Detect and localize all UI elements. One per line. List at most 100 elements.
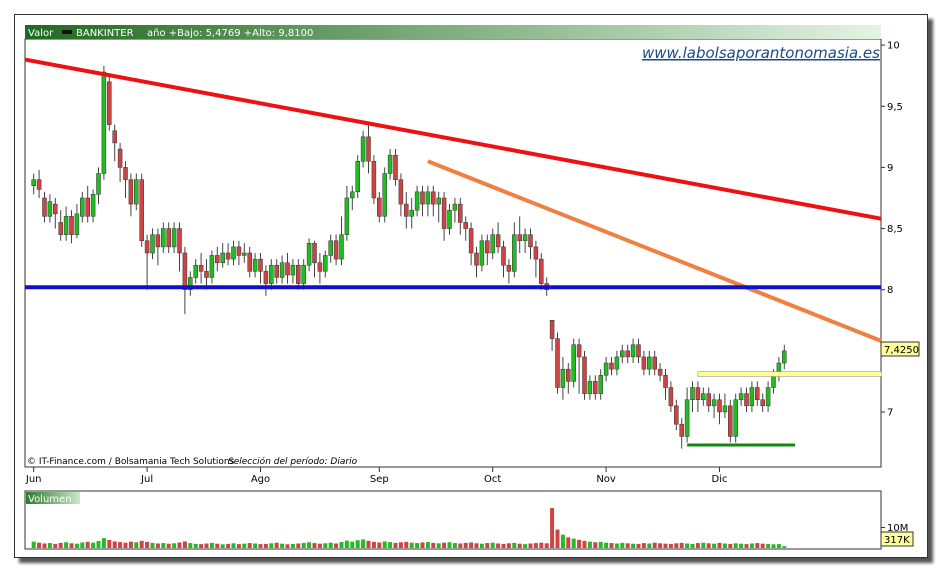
volume-bar xyxy=(647,543,652,548)
volume-bar xyxy=(274,542,279,548)
volume-bar xyxy=(458,543,463,548)
volume-bar xyxy=(431,542,436,548)
volume-bar xyxy=(701,542,706,548)
candle-body xyxy=(155,234,161,248)
volume-bar xyxy=(766,543,771,548)
candle-body xyxy=(571,344,576,382)
candle-body xyxy=(290,264,296,276)
price-axis: 77,588,599,510 xyxy=(881,41,903,418)
volume-bar xyxy=(474,543,479,548)
volume-bar xyxy=(517,543,522,548)
volume-bar xyxy=(485,543,490,548)
month-label: Jun xyxy=(25,474,42,485)
volume-bar xyxy=(528,543,533,548)
candle-body xyxy=(690,387,695,400)
volume-bar xyxy=(442,542,447,548)
candle-body xyxy=(301,264,306,284)
volume-bar xyxy=(328,542,333,548)
candle-body xyxy=(242,252,247,256)
volume-bar xyxy=(37,542,42,548)
volume-bar xyxy=(382,541,387,548)
candle-body xyxy=(90,194,96,217)
candle-body xyxy=(306,242,312,266)
candle-body xyxy=(722,405,728,413)
candle-body xyxy=(706,393,711,407)
candle-body xyxy=(150,234,155,254)
volume-bar xyxy=(74,543,79,548)
candle-body xyxy=(279,262,285,278)
candle-body xyxy=(317,262,323,272)
stock-chart: Valor BANKINTER año +Bajo: 5,4769 +Alto:… xyxy=(24,25,920,550)
volume-bar xyxy=(577,539,582,548)
volume-bar xyxy=(290,543,295,548)
volume-bar xyxy=(555,529,560,548)
candle-body xyxy=(533,246,539,260)
candle-body xyxy=(636,344,641,358)
candle-body xyxy=(409,209,414,217)
candle-body xyxy=(630,344,636,358)
last-volume-label: 317K xyxy=(884,535,910,546)
volume-bar xyxy=(161,543,166,548)
candle-body xyxy=(393,154,398,180)
candle-body xyxy=(733,399,738,437)
volume-bar xyxy=(150,542,155,548)
volume-bar xyxy=(620,542,625,548)
volume-bar xyxy=(501,543,506,548)
candle-body xyxy=(614,356,620,370)
candle-body xyxy=(123,167,128,180)
candle-body xyxy=(36,179,42,190)
volume-bar xyxy=(193,543,198,548)
candle-body xyxy=(387,154,393,174)
volume-bar xyxy=(679,542,684,548)
candle-body xyxy=(220,252,225,264)
volume-bar xyxy=(312,543,317,548)
volume-bar xyxy=(760,543,765,548)
last-price-label: 7,4250 xyxy=(884,345,919,356)
period-note: Selección del período: Diario xyxy=(228,456,358,467)
candle-body xyxy=(522,234,528,242)
candle-body xyxy=(204,271,209,278)
candle-body xyxy=(479,240,485,266)
candle-body xyxy=(620,350,625,358)
candle-body xyxy=(371,161,377,199)
candle-body xyxy=(31,179,36,186)
candle-body xyxy=(603,362,609,376)
candle-body xyxy=(209,255,215,278)
candle-body xyxy=(441,197,447,229)
candle-body xyxy=(263,271,269,284)
volume-bar xyxy=(690,543,695,548)
candle-body xyxy=(377,197,382,217)
volume-bar xyxy=(560,534,565,548)
volume-bar xyxy=(582,540,587,548)
candle-body xyxy=(285,262,290,276)
candle-body xyxy=(350,191,355,199)
candle-body xyxy=(647,356,652,370)
header-valor-label: Valor xyxy=(28,28,54,39)
volume-bar xyxy=(69,543,74,548)
candle-body xyxy=(609,362,614,370)
volume-bar xyxy=(258,544,263,548)
candle-body xyxy=(641,356,647,370)
candle-body xyxy=(555,338,560,388)
candle-body xyxy=(436,197,441,205)
volume-bar xyxy=(285,544,290,548)
candle-body xyxy=(215,255,220,264)
candle-body xyxy=(258,258,263,272)
volume-bar xyxy=(652,542,657,548)
volume-bar xyxy=(604,542,609,548)
candle-body xyxy=(485,240,490,254)
candle-body xyxy=(366,136,371,162)
volume-bar xyxy=(755,543,760,548)
candle-body xyxy=(225,252,231,260)
candle-body xyxy=(398,179,404,205)
candle-body xyxy=(663,375,668,388)
candle-body xyxy=(425,191,431,205)
volume-bar xyxy=(317,543,322,548)
volume-bar xyxy=(307,542,312,548)
candle-body xyxy=(495,234,501,248)
volume-bar xyxy=(425,542,430,548)
volume-bar xyxy=(31,541,36,548)
candle-body xyxy=(420,191,425,205)
candle-body xyxy=(42,197,47,217)
volume-bar xyxy=(301,542,306,548)
